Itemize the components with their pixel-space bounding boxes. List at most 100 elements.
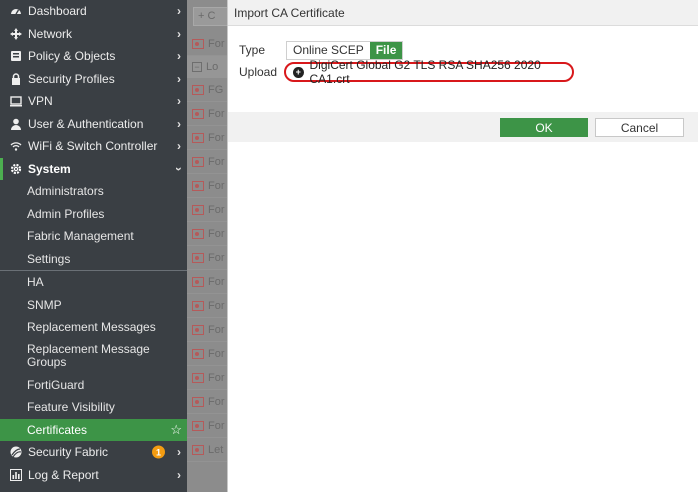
- user-icon: [9, 117, 23, 131]
- dashboard-icon: [9, 4, 23, 18]
- certificate-icon: [192, 84, 204, 95]
- sidebar-item-label: User & Authentication: [28, 116, 144, 131]
- background-rows: For − Lo FG For For For For For For For F…: [187, 32, 227, 462]
- sidebar-subitem-replacement-message-groups[interactable]: Replacement Message Groups: [0, 339, 187, 374]
- sidebar-item-policy-objects[interactable]: Policy & Objects ›: [0, 45, 187, 68]
- sidebar-item-security-profiles[interactable]: Security Profiles ›: [0, 68, 187, 91]
- certificate-icon: [192, 396, 204, 407]
- gear-icon: [9, 162, 23, 176]
- sidebar-subitem-settings[interactable]: Settings: [0, 248, 187, 271]
- sidebar-item-log-report[interactable]: Log & Report ›: [0, 464, 187, 487]
- certificate-icon: [192, 300, 204, 311]
- upload-file-button[interactable]: + DigiCert Global G2 TLS RSA SHA256 2020…: [284, 58, 574, 86]
- wifi-icon: [9, 139, 23, 153]
- list-item: For: [187, 246, 227, 270]
- certificate-icon: [192, 38, 204, 49]
- list-item: For: [187, 150, 227, 174]
- sidebar-item-label: Certificates: [27, 422, 88, 437]
- sidebar-subitem-replacement-messages[interactable]: Replacement Messages: [0, 316, 187, 339]
- certificate-icon: [192, 348, 204, 359]
- sidebar-subitem-feature-visibility[interactable]: Feature Visibility: [0, 396, 187, 419]
- sidebar-subitem-fabric-management[interactable]: Fabric Management: [0, 225, 187, 248]
- list-group-header: − Lo: [187, 56, 227, 78]
- certificate-icon: [192, 108, 204, 119]
- sidebar-item-label: Log & Report: [28, 467, 99, 482]
- sidebar-item-system[interactable]: System ›: [0, 157, 187, 180]
- type-label: Type: [239, 43, 266, 57]
- sidebar-item-dashboard[interactable]: Dashboard ›: [0, 0, 187, 23]
- list-item: For: [187, 126, 227, 150]
- sidebar-subitem-admin-profiles[interactable]: Admin Profiles: [0, 203, 187, 226]
- list-item: For: [187, 366, 227, 390]
- dialog-title: Import CA Certificate: [228, 0, 698, 26]
- certificate-icon: [192, 180, 204, 191]
- dialog-body: Type Online SCEP File Upload + DigiCert …: [228, 26, 698, 112]
- sidebar-item-network[interactable]: Network ›: [0, 23, 187, 46]
- certificate-icon: [192, 132, 204, 143]
- star-icon[interactable]: ☆: [170, 422, 182, 438]
- certificate-icon: [192, 156, 204, 167]
- type-option-file[interactable]: File: [369, 42, 403, 59]
- sidebar: Dashboard › Network › Policy & Objects ›…: [0, 0, 187, 492]
- chevron-right-icon: ›: [177, 139, 181, 154]
- type-option-online-scep[interactable]: Online SCEP: [287, 42, 370, 59]
- sidebar-subitem-snmp[interactable]: SNMP: [0, 294, 187, 317]
- sidebar-subitem-fortiguard[interactable]: FortiGuard: [0, 374, 187, 397]
- sidebar-subitem-administrators[interactable]: Administrators: [0, 180, 187, 203]
- sidebar-item-user-authentication[interactable]: User & Authentication ›: [0, 113, 187, 136]
- list-item: For: [187, 174, 227, 198]
- list-item: For: [187, 102, 227, 126]
- chevron-right-icon: ›: [177, 71, 181, 86]
- sidebar-item-label: Dashboard: [28, 4, 87, 19]
- background-certificate-list: + C For − Lo FG For For For For For For F…: [187, 0, 227, 492]
- import-ca-certificate-dialog: Import CA Certificate Type Online SCEP F…: [227, 0, 698, 492]
- sidebar-item-wifi-switch[interactable]: WiFi & Switch Controller ›: [0, 135, 187, 158]
- dialog-footer: OK Cancel: [228, 112, 698, 142]
- certificate-icon: [192, 252, 204, 263]
- sidebar-item-label: System: [28, 161, 71, 176]
- background-toolbar: + C: [187, 0, 227, 32]
- list-item: For: [187, 270, 227, 294]
- sidebar-item-security-fabric[interactable]: Security Fabric 1 ›: [0, 441, 187, 464]
- sidebar-item-label: Security Profiles: [28, 71, 115, 86]
- chevron-right-icon: ›: [177, 26, 181, 41]
- sidebar-item-label: WiFi & Switch Controller: [28, 139, 158, 154]
- active-section-indicator: [0, 157, 3, 180]
- notification-badge: 1: [152, 445, 165, 459]
- sidebar-item-label: Policy & Objects: [28, 49, 116, 64]
- chevron-down-icon: ›: [172, 166, 186, 171]
- upload-label: Upload: [239, 65, 278, 79]
- sidebar-subitem-certificates[interactable]: Certificates ☆: [0, 418, 187, 441]
- cancel-button[interactable]: Cancel: [595, 118, 684, 137]
- sidebar-item-vpn[interactable]: VPN ›: [0, 90, 187, 113]
- certificate-icon: [192, 204, 204, 215]
- list-item: For: [187, 318, 227, 342]
- list-item: For: [187, 342, 227, 366]
- chart-icon: [9, 468, 23, 482]
- sidebar-item-label: Network: [28, 26, 73, 41]
- certificate-icon: [192, 276, 204, 287]
- certificate-icon: [192, 372, 204, 383]
- list-item: For: [187, 222, 227, 246]
- certificate-icon: [192, 324, 204, 335]
- certificate-icon: [192, 228, 204, 239]
- list-item: For: [187, 198, 227, 222]
- chevron-right-icon: ›: [177, 49, 181, 64]
- plus-circle-icon: +: [293, 66, 304, 78]
- ok-button[interactable]: OK: [500, 118, 588, 137]
- list-item: For: [187, 390, 227, 414]
- chevron-right-icon: ›: [177, 445, 181, 460]
- fabric-icon: [9, 445, 23, 459]
- lock-icon: [9, 72, 23, 86]
- chevron-right-icon: ›: [177, 94, 181, 109]
- list-item: For: [187, 414, 227, 438]
- list-item: For: [187, 32, 227, 56]
- network-icon: [9, 27, 23, 41]
- certificate-icon: [192, 420, 204, 431]
- sidebar-subitem-ha[interactable]: HA: [0, 271, 187, 294]
- upload-filename: DigiCert Global G2 TLS RSA SHA256 2020 C…: [309, 58, 541, 86]
- sidebar-item-label: VPN: [28, 94, 53, 109]
- list-item: For: [187, 294, 227, 318]
- list-item: Let: [187, 438, 227, 462]
- sidebar-item-label: Security Fabric: [28, 445, 109, 460]
